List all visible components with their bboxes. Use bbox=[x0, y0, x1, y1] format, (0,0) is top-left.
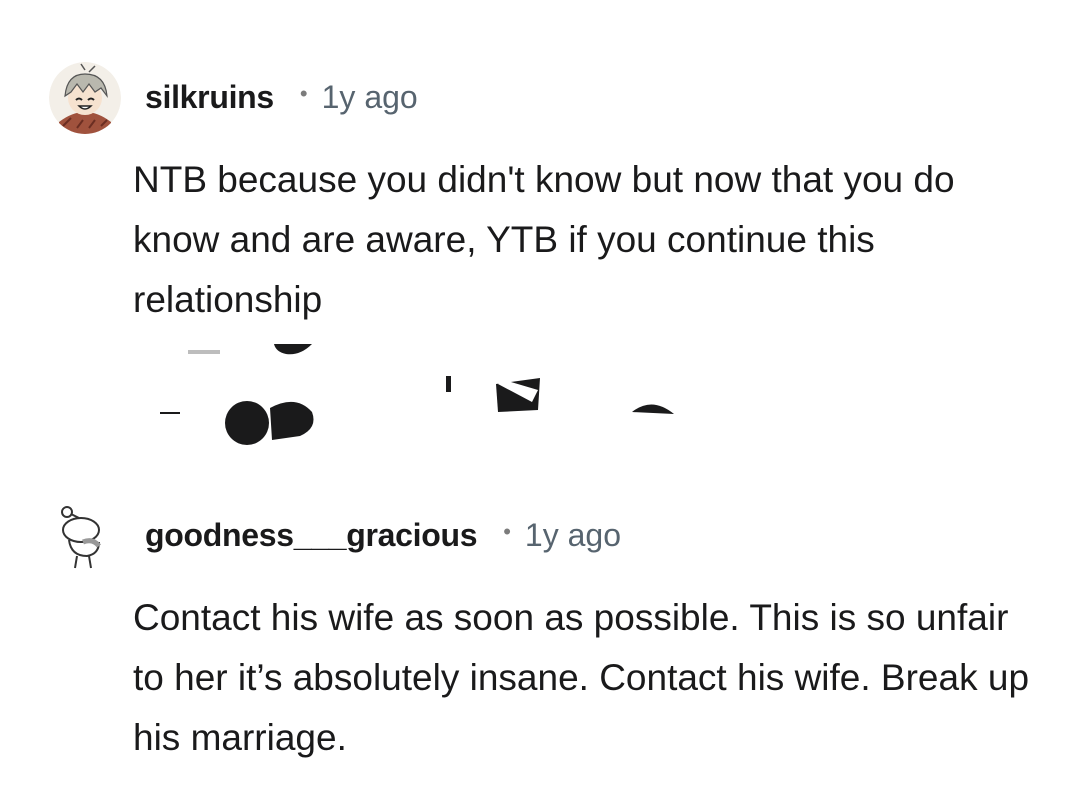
user-avatar[interactable] bbox=[49, 62, 121, 134]
user-avatar[interactable] bbox=[49, 500, 121, 572]
timestamp: 1y ago bbox=[524, 516, 621, 553]
comment-meta: silkruins • 1y ago bbox=[145, 77, 418, 117]
comment-body: NTB because you didn't know but now that… bbox=[133, 159, 955, 320]
timestamp: 1y ago bbox=[321, 78, 418, 115]
snoo-outline-icon bbox=[49, 500, 121, 572]
anime-avatar-icon bbox=[49, 62, 121, 134]
comment-body: Contact his wife as soon as possible. Th… bbox=[133, 597, 1030, 758]
comment: goodness___gracious • 1y ago Contact his… bbox=[0, 490, 1080, 789]
username[interactable]: silkruins bbox=[145, 79, 274, 116]
comment: silkruins • 1y ago NTB because you didn'… bbox=[0, 0, 1080, 340]
comment-meta: goodness___gracious • 1y ago bbox=[145, 515, 621, 555]
separator-dot: • bbox=[503, 519, 511, 544]
redacted-text-fragments bbox=[160, 344, 674, 445]
separator-dot: • bbox=[299, 81, 308, 106]
username[interactable]: goodness___gracious bbox=[145, 517, 478, 554]
